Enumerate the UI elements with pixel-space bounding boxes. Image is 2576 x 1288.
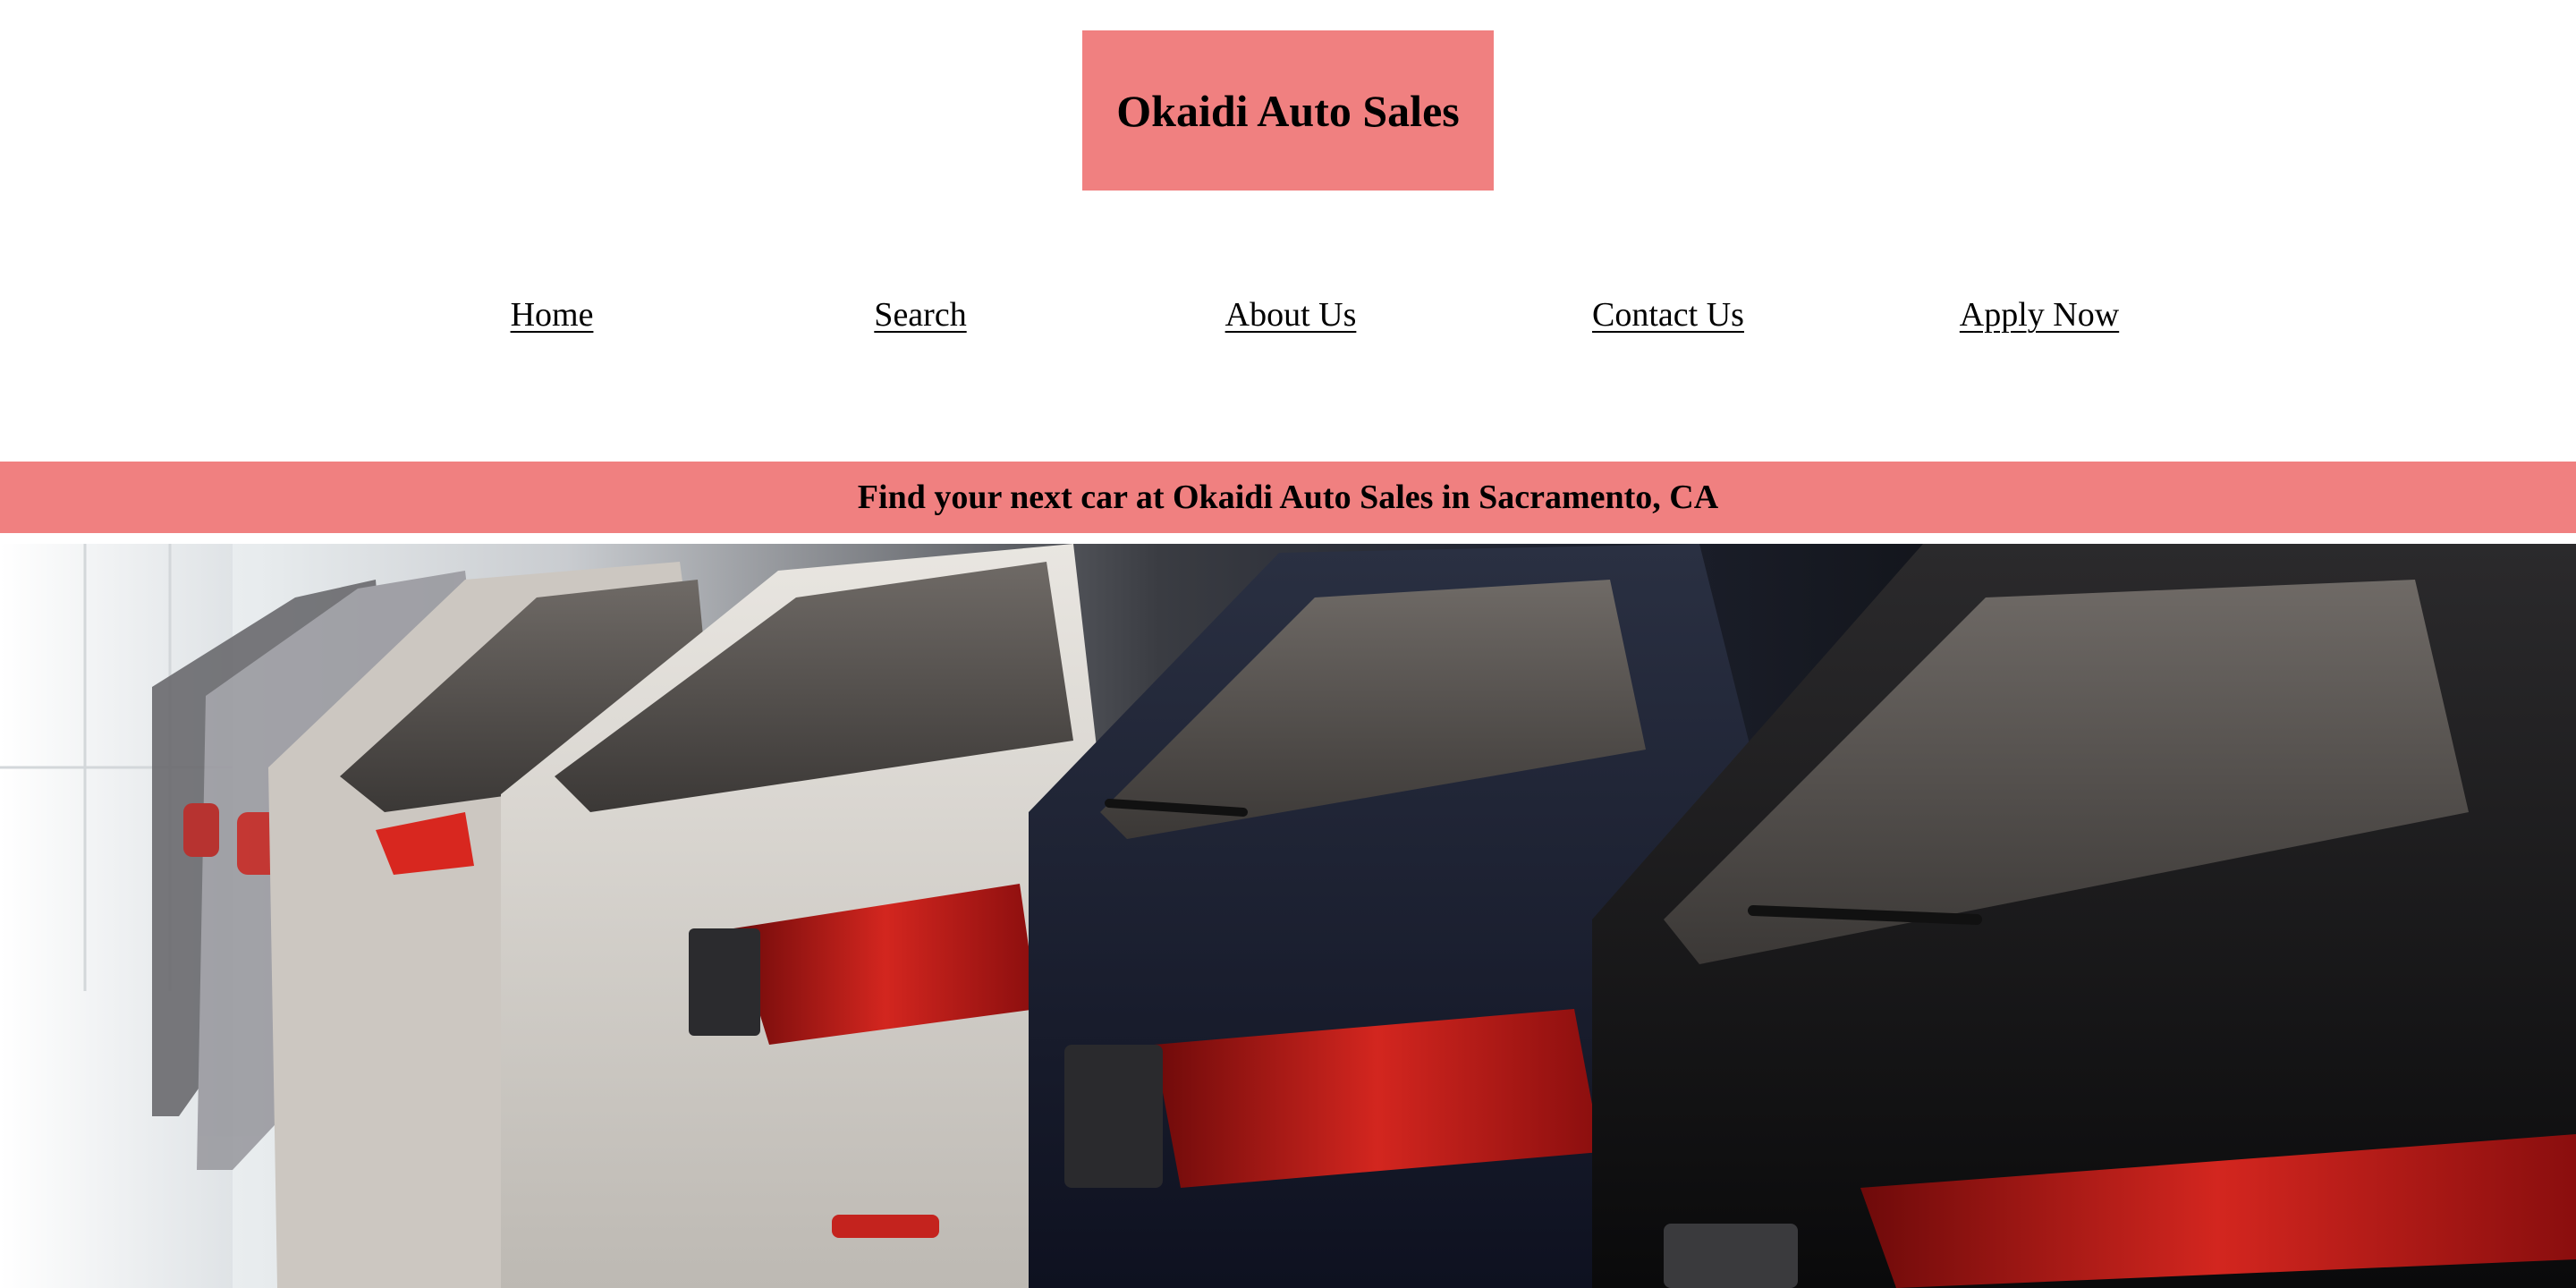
page: Okaidi Auto Sales Home Search About Us C… [0, 0, 2576, 1288]
promo-banner: Find your next car at Okaidi Auto Sales … [0, 462, 2576, 533]
nav-link-about-us[interactable]: About Us [1225, 295, 1357, 335]
nav-link-contact-us[interactable]: Contact Us [1592, 295, 1744, 335]
cars-illustration [0, 544, 2576, 1288]
banner-heading: Find your next car at Okaidi Auto Sales … [857, 479, 1719, 516]
nav-link-search[interactable]: Search [874, 295, 966, 335]
nav-link-home[interactable]: Home [511, 295, 594, 335]
nav-link-apply-now[interactable]: Apply Now [1960, 295, 2119, 335]
site-logo[interactable]: Okaidi Auto Sales [1082, 30, 1494, 191]
site-title: Okaidi Auto Sales [1116, 85, 1460, 136]
main-nav: Home Search About Us Contact Us Apply No… [0, 295, 2576, 360]
hero-image [0, 544, 2576, 1288]
